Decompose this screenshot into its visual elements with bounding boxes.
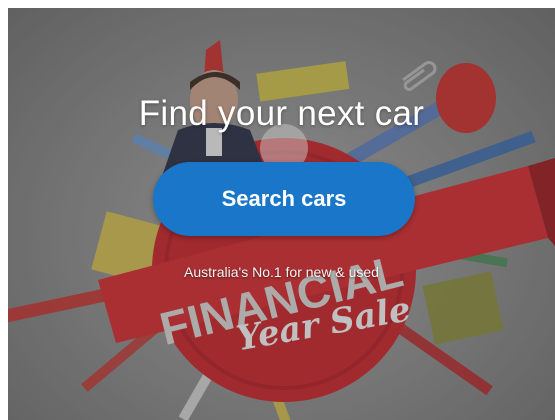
hero-tagline: Australia's No.1 for new & used xyxy=(184,264,379,280)
hero-headline: Find your next car xyxy=(138,94,425,133)
hero-banner: FINANCIAL Year Sale Find your next car S… xyxy=(8,8,555,420)
search-cars-button[interactable]: Search cars xyxy=(153,162,415,236)
